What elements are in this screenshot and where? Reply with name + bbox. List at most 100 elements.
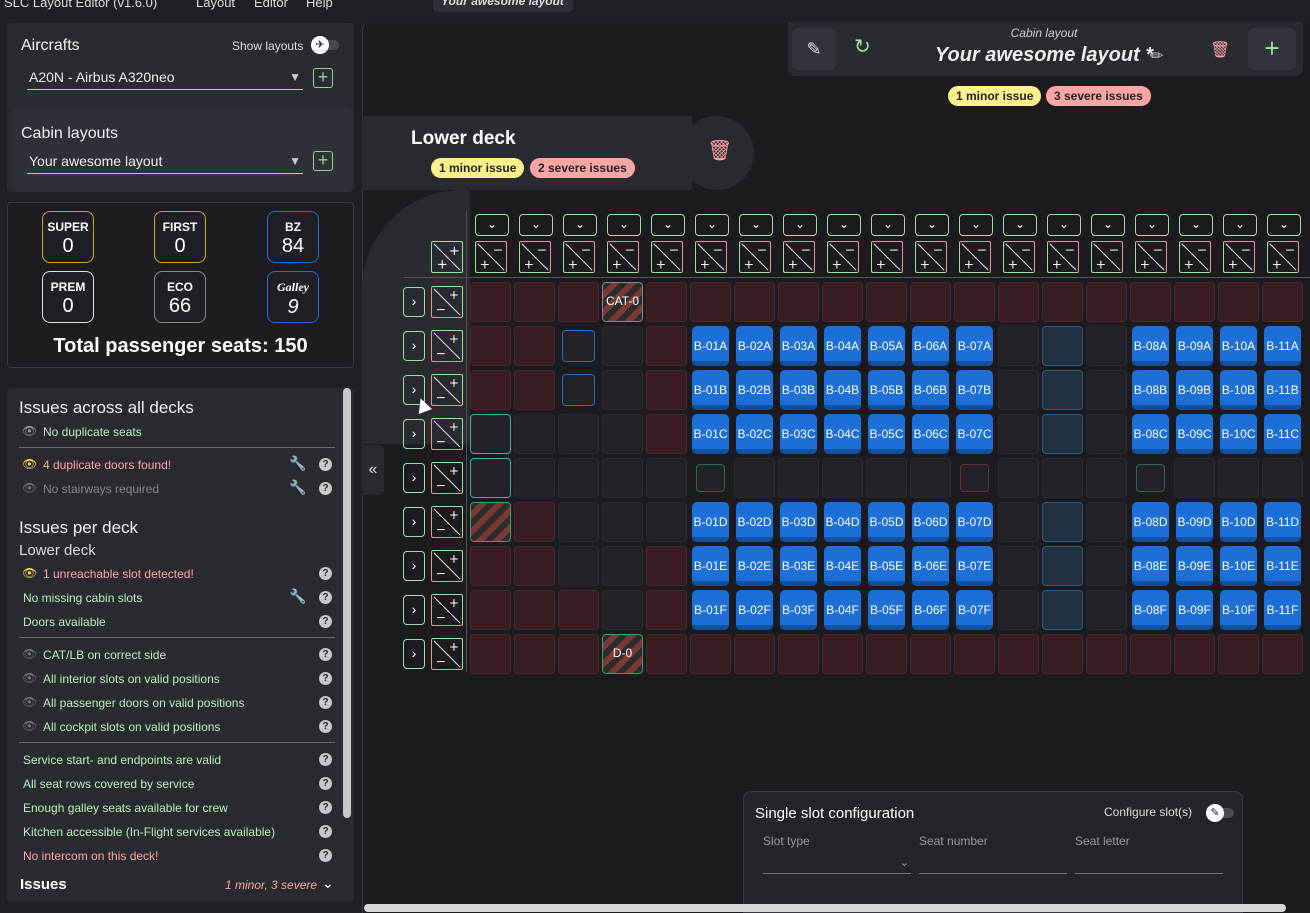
wrench-icon[interactable]: 🔧 xyxy=(289,479,306,496)
column-collapse-button[interactable]: ⌄ xyxy=(1267,214,1301,236)
column-collapse-button[interactable]: ⌄ xyxy=(871,214,905,236)
eye-icon[interactable]: 👁 xyxy=(22,719,37,733)
row-expand-button[interactable]: › xyxy=(403,463,425,493)
seat-slot[interactable]: B-09E xyxy=(1176,546,1213,586)
column-add-remove-button[interactable]: − + xyxy=(1179,241,1211,273)
slot-empty[interactable] xyxy=(1174,458,1215,498)
slot-empty[interactable] xyxy=(602,414,643,454)
row-add-remove-button[interactable]: + − xyxy=(431,286,463,318)
column-collapse-button[interactable]: ⌄ xyxy=(607,214,641,236)
seat-slot[interactable]: B-04C xyxy=(824,414,861,454)
slot-empty[interactable] xyxy=(910,282,951,322)
seat-slot[interactable]: B-10B xyxy=(1220,370,1257,410)
slot-empty[interactable] xyxy=(1262,634,1303,674)
column-collapse-button[interactable]: ⌄ xyxy=(1179,214,1213,236)
horizontal-scrollbar[interactable] xyxy=(364,904,1286,912)
help-icon[interactable]: ? xyxy=(319,753,332,766)
column-add-remove-button[interactable]: − + xyxy=(1091,241,1123,273)
eye-icon[interactable]: 👁 xyxy=(22,647,37,661)
help-icon[interactable]: ? xyxy=(319,567,332,580)
column-add-remove-button[interactable]: − + xyxy=(959,241,991,273)
seat-slot[interactable]: B-04B xyxy=(824,370,861,410)
row-expand-button[interactable]: › xyxy=(403,419,425,449)
slot-empty[interactable] xyxy=(558,414,599,454)
seat-slot[interactable]: B-04A xyxy=(824,326,861,366)
seat-slot[interactable]: B-09B xyxy=(1176,370,1213,410)
slot-empty[interactable] xyxy=(646,458,687,498)
help-icon[interactable]: ? xyxy=(319,801,332,814)
row-add-remove-button[interactable]: + − xyxy=(431,330,463,362)
seat-slot[interactable]: B-05E xyxy=(868,546,905,586)
help-icon[interactable]: ? xyxy=(319,777,332,790)
column-add-remove-button[interactable]: − + xyxy=(1003,241,1035,273)
slot-empty[interactable] xyxy=(866,282,907,322)
row-expand-button[interactable]: › xyxy=(403,551,425,581)
seat-slot[interactable]: B-08D xyxy=(1132,502,1169,542)
active-layout-tab[interactable]: Your awesome layout xyxy=(433,0,573,12)
slot-empty[interactable] xyxy=(470,370,511,410)
slot-door[interactable] xyxy=(470,414,511,454)
slot-empty[interactable] xyxy=(1086,590,1127,630)
add-row-column-button[interactable]: + + xyxy=(431,241,463,273)
slot-empty[interactable] xyxy=(1086,282,1127,322)
column-add-remove-button[interactable]: − + xyxy=(607,241,639,273)
row-expand-button[interactable]: › xyxy=(403,595,425,625)
slot-empty[interactable] xyxy=(602,458,643,498)
seat-slot[interactable]: B-08B xyxy=(1132,370,1169,410)
slot-empty[interactable] xyxy=(690,282,731,322)
seat-slot[interactable]: B-11D xyxy=(1264,502,1301,542)
row-add-remove-button[interactable]: + − xyxy=(431,462,463,494)
slot-empty[interactable] xyxy=(1042,634,1083,674)
slot-aisle[interactable] xyxy=(1042,370,1083,410)
slot-placeholder[interactable] xyxy=(1136,464,1165,492)
seat-slot[interactable]: B-06C xyxy=(912,414,949,454)
column-collapse-button[interactable]: ⌄ xyxy=(563,214,597,236)
add-layout-button[interactable]: + xyxy=(313,151,333,171)
wrench-icon[interactable]: 🔧 xyxy=(289,588,306,605)
aircraft-select[interactable]: A20N - Airbus A320neo ▼ xyxy=(27,68,303,90)
help-icon[interactable]: ? xyxy=(319,648,332,661)
help-icon[interactable]: ? xyxy=(319,696,332,709)
column-collapse-button[interactable]: ⌄ xyxy=(783,214,817,236)
seat-slot[interactable]: B-10F xyxy=(1220,590,1257,630)
slot-empty[interactable] xyxy=(602,326,643,366)
column-add-remove-button[interactable]: − + xyxy=(1223,241,1255,273)
slot-empty[interactable] xyxy=(998,326,1039,366)
column-add-remove-button[interactable]: − + xyxy=(519,241,551,273)
slot-empty[interactable] xyxy=(778,634,819,674)
seat-slot[interactable]: B-07B xyxy=(956,370,993,410)
slot-empty[interactable] xyxy=(646,634,687,674)
column-collapse-button[interactable]: ⌄ xyxy=(651,214,685,236)
column-collapse-button[interactable]: ⌄ xyxy=(915,214,949,236)
slot-empty[interactable] xyxy=(1218,282,1259,322)
slot-empty[interactable] xyxy=(822,634,863,674)
help-icon[interactable]: ? xyxy=(319,615,332,628)
seat-slot[interactable]: B-03E xyxy=(780,546,817,586)
slot-galley[interactable] xyxy=(562,330,595,362)
slot-empty[interactable] xyxy=(514,414,555,454)
slot-empty[interactable] xyxy=(778,458,819,498)
slot-empty[interactable] xyxy=(470,282,511,322)
seat-slot[interactable]: B-10A xyxy=(1220,326,1257,366)
seat-slot[interactable]: B-02C xyxy=(736,414,773,454)
trash-icon[interactable]: 🗑 xyxy=(707,138,732,163)
slot-empty[interactable] xyxy=(470,546,511,586)
slot-empty[interactable] xyxy=(998,458,1039,498)
row-add-remove-button[interactable]: + − xyxy=(431,374,463,406)
column-collapse-button[interactable]: ⌄ xyxy=(1223,214,1257,236)
column-add-remove-button[interactable]: − + xyxy=(783,241,815,273)
help-icon[interactable]: ? xyxy=(319,720,332,733)
slot-placeholder[interactable] xyxy=(696,464,725,492)
column-add-remove-button[interactable]: − + xyxy=(915,241,947,273)
seat-number-input[interactable] xyxy=(919,852,1067,874)
slot-empty[interactable] xyxy=(998,502,1039,542)
seat-letter-input[interactable] xyxy=(1075,852,1223,874)
pencil-icon[interactable]: ✏ xyxy=(1150,46,1163,66)
slot-empty[interactable] xyxy=(1262,282,1303,322)
issues-scrollbar[interactable] xyxy=(343,388,351,818)
slot-aisle[interactable] xyxy=(1042,414,1083,454)
slot-empty[interactable] xyxy=(734,458,775,498)
slot-empty[interactable] xyxy=(1086,634,1127,674)
seat-slot[interactable]: B-04D xyxy=(824,502,861,542)
slot-empty[interactable] xyxy=(646,502,687,542)
